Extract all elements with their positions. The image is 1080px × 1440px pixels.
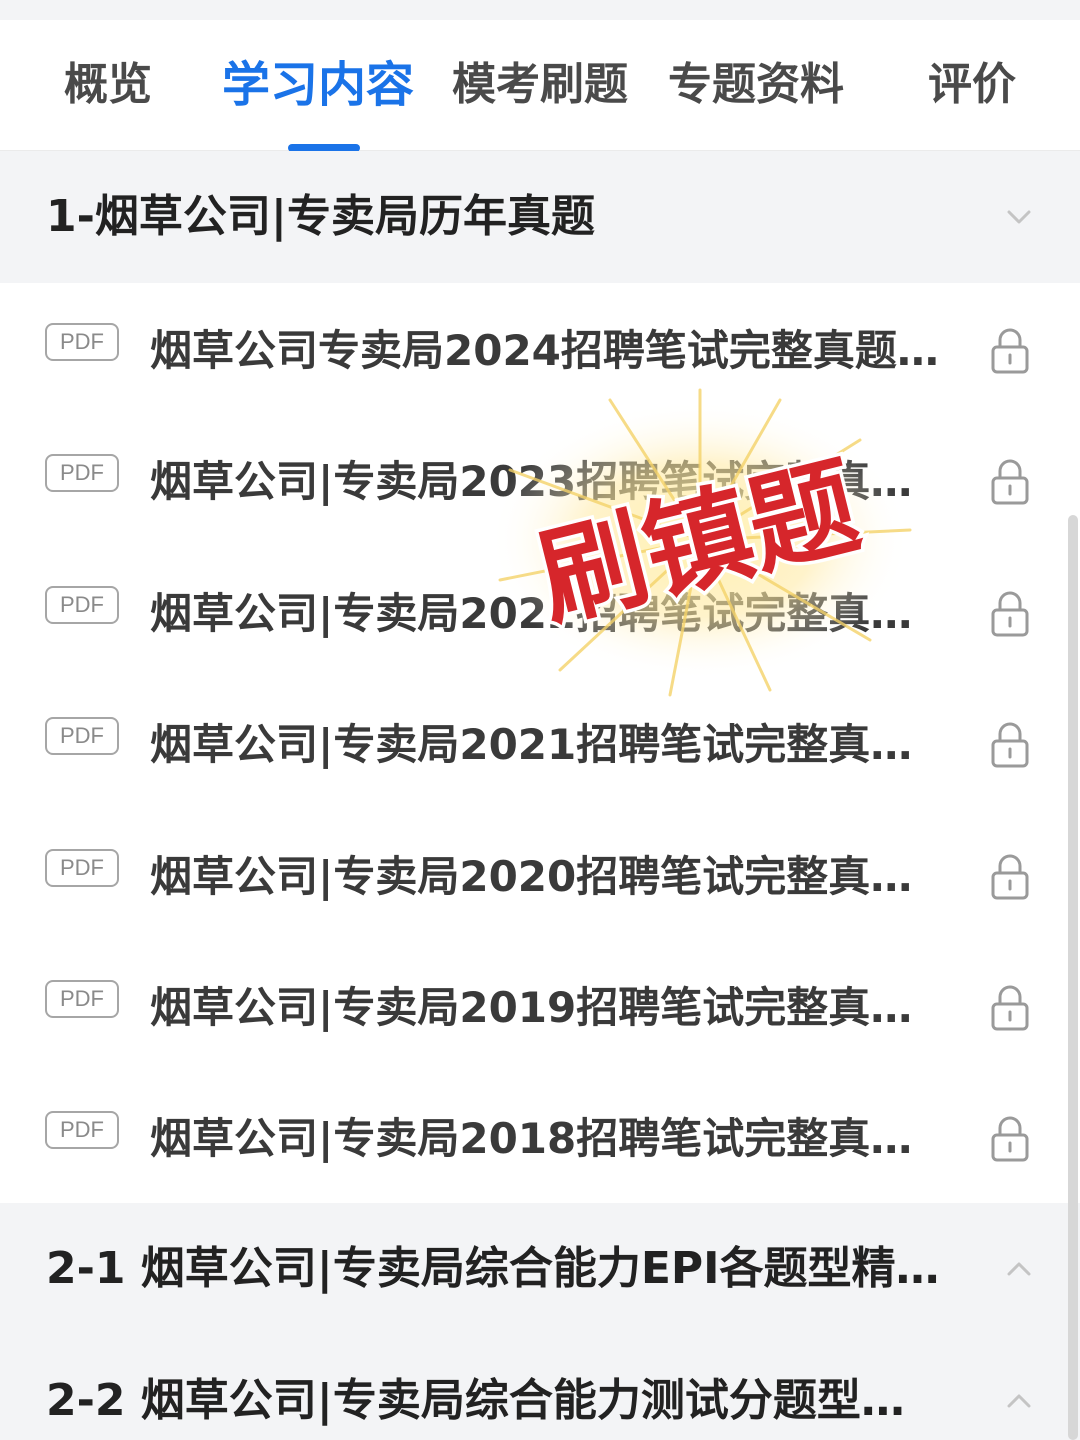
- pdf-badge: PDF: [45, 454, 119, 493]
- pdf-badge: PDF: [45, 1111, 119, 1150]
- chevron-down-icon: [1007, 210, 1031, 224]
- lock-icon: [991, 985, 1029, 1031]
- pdf-badge: PDF: [45, 323, 119, 361]
- list-item[interactable]: PDF 烟草公司|专卖局2021招聘笔试完整真…: [0, 677, 1080, 809]
- lock-icon: [991, 459, 1029, 505]
- item-title: 烟草公司专卖局2024招聘笔试完整真题…: [150, 326, 939, 375]
- pdf-badge: PDF: [45, 585, 119, 624]
- list-item[interactable]: PDF 烟草公司|专卖局2020招聘笔试完整真…: [0, 808, 1080, 940]
- tab-overview[interactable]: 概览: [64, 20, 152, 150]
- lock-icon: [991, 722, 1029, 768]
- item-title: 烟草公司|专卖局2019招聘笔试完整真…: [150, 982, 913, 1032]
- chevron-up-icon: [1007, 1262, 1031, 1276]
- section-title: 1-烟草公司|专卖局历年真题: [46, 191, 595, 242]
- section-title: 2-1 烟草公司|专卖局综合能力EPI各题型精…: [46, 1242, 940, 1294]
- list-item[interactable]: PDF 烟草公司|专卖局2019招聘笔试完整真…: [0, 939, 1080, 1072]
- lock-icon: [991, 328, 1029, 374]
- lock-icon: [991, 591, 1029, 637]
- item-title: 烟草公司|专卖局2023招聘笔试完整真…: [150, 457, 913, 507]
- list-item[interactable]: PDF 烟草公司|专卖局2023招聘笔试完整真…: [0, 414, 1080, 546]
- lock-icon: [991, 1116, 1029, 1162]
- section-title: 2-2 烟草公司|专卖局综合能力测试分题型…: [46, 1374, 905, 1426]
- top-strip: [0, 0, 1080, 20]
- pdf-badge: PDF: [45, 717, 119, 756]
- section-header-2-2[interactable]: 2-2 烟草公司|专卖局综合能力测试分题型…: [0, 1334, 1080, 1440]
- list-item[interactable]: PDF 烟草公司|专卖局2018招聘笔试完整真…: [0, 1071, 1080, 1203]
- list-item[interactable]: PDF 烟草公司|专卖局2022招聘笔试完整真…: [0, 545, 1080, 678]
- list-item[interactable]: PDF 烟草公司专卖局2024招聘笔试完整真题…: [0, 283, 1080, 415]
- tab-bar: 概览 学习内容 模考刷题 专题资料 评价: [0, 20, 1080, 152]
- tab-reviews[interactable]: 评价: [928, 20, 1016, 150]
- item-title: 烟草公司|专卖局2020招聘笔试完整真…: [150, 851, 913, 901]
- scrollbar[interactable]: [1068, 515, 1078, 1440]
- section-header-2-1[interactable]: 2-1 烟草公司|专卖局综合能力EPI各题型精…: [0, 1202, 1080, 1335]
- pdf-badge: PDF: [45, 979, 119, 1018]
- item-title: 烟草公司|专卖局2021招聘笔试完整真…: [150, 720, 913, 770]
- section-header-1[interactable]: 1-烟草公司|专卖局历年真题: [0, 151, 1080, 283]
- chevron-up-icon: [1007, 1394, 1031, 1408]
- tab-learning-content[interactable]: 学习内容: [222, 20, 414, 150]
- tab-mock-exam[interactable]: 模考刷题: [452, 20, 628, 150]
- tab-topic-materials[interactable]: 专题资料: [668, 20, 844, 150]
- pdf-badge: PDF: [45, 848, 119, 887]
- course-detail-page: 概览 学习内容 模考刷题 专题资料 评价 1-烟草公司|专卖局历年真题 PDF …: [0, 0, 1080, 1440]
- item-title: 烟草公司|专卖局2018招聘笔试完整真…: [150, 1114, 913, 1164]
- item-title: 烟草公司|专卖局2022招聘笔试完整真…: [150, 588, 913, 638]
- lock-icon: [991, 854, 1029, 900]
